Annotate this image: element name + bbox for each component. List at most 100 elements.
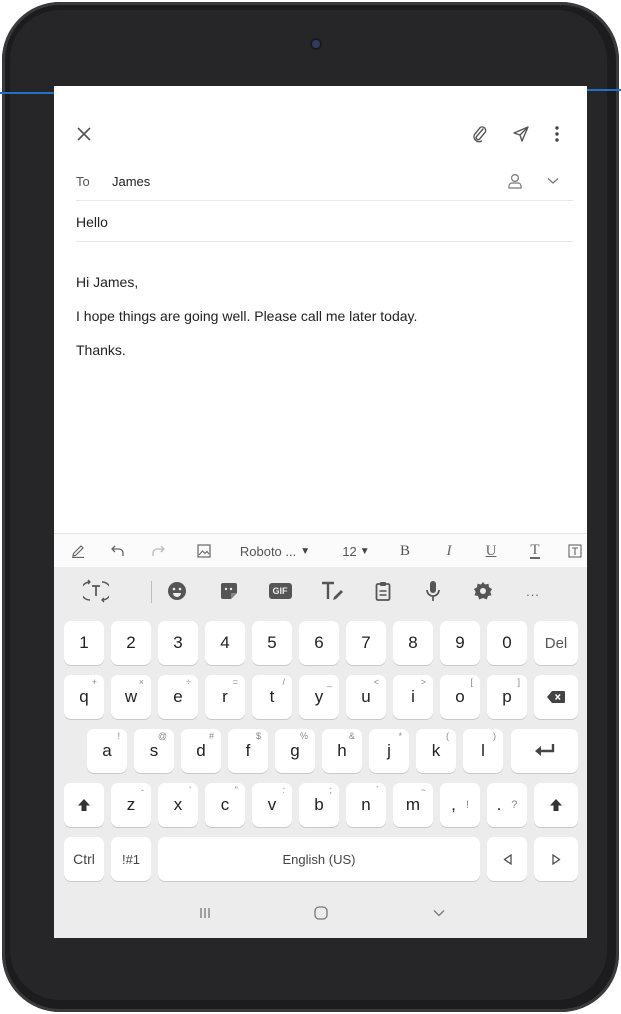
key-comma[interactable]: ,! (440, 783, 480, 827)
attach-icon[interactable] (468, 122, 492, 146)
text-color-button[interactable]: T (524, 534, 546, 568)
key-label: English (US) (282, 851, 356, 867)
key-x[interactable]: ' x (158, 783, 198, 827)
key-l[interactable]: ) l (463, 729, 503, 773)
to-recipient[interactable]: James (112, 174, 150, 189)
delete-key[interactable]: Del (534, 621, 578, 665)
key-label: 6 (314, 633, 324, 652)
handwriting-icon[interactable] (316, 575, 348, 607)
key-8[interactable]: 8 (393, 621, 433, 665)
underline-button[interactable]: U (480, 534, 502, 568)
key-0[interactable]: 0 (487, 621, 527, 665)
triangle-right-icon (551, 853, 561, 865)
symbols-key[interactable]: !#1 (111, 837, 151, 881)
subject-field[interactable]: Hello (76, 214, 108, 230)
key-h[interactable]: & h (322, 729, 362, 773)
emoji-icon[interactable] (162, 575, 192, 607)
key-label: ! (465, 799, 469, 811)
send-icon[interactable] (509, 122, 533, 146)
key-b[interactable]: ; b (299, 783, 339, 827)
key-i[interactable]: > i (393, 675, 433, 719)
key-label: y (314, 687, 324, 706)
key-w[interactable]: × w (111, 675, 151, 719)
back-chevron-icon[interactable] (424, 888, 454, 938)
key-e[interactable]: ÷ e (158, 675, 198, 719)
home-icon[interactable] (306, 888, 336, 938)
recent-apps-icon[interactable] (190, 888, 220, 938)
ctrl-key[interactable]: Ctrl (64, 837, 104, 881)
key-secondary-label: ! (117, 731, 120, 741)
key-label: k (431, 741, 441, 760)
italic-label: I (446, 542, 452, 559)
key-3[interactable]: 3 (158, 621, 198, 665)
key-label: a (102, 741, 112, 760)
key-4[interactable]: 4 (205, 621, 245, 665)
to-label: To (76, 174, 90, 189)
key-n[interactable]: ` n (346, 783, 386, 827)
close-icon[interactable] (72, 122, 96, 146)
chevron-down-icon[interactable] (542, 170, 564, 192)
key-6[interactable]: 6 (299, 621, 339, 665)
key-period[interactable]: .? (487, 783, 527, 827)
key-y[interactable]: _ y (299, 675, 339, 719)
italic-button[interactable]: I (438, 534, 460, 568)
key-secondary-label: * (398, 731, 402, 741)
key-5[interactable]: 5 (252, 621, 292, 665)
clipboard-icon[interactable] (368, 575, 398, 607)
shift-key-right[interactable] (534, 783, 578, 827)
key-secondary-label: = (232, 677, 238, 687)
key-v[interactable]: :v (252, 783, 292, 827)
space-bar[interactable]: English (US) (158, 837, 480, 881)
key-t[interactable]: / t (252, 675, 292, 719)
shift-key-left[interactable] (64, 783, 104, 827)
key-u[interactable]: < u (346, 675, 386, 719)
translate-icon[interactable] (76, 575, 116, 607)
key-z[interactable]: -z (111, 783, 151, 827)
key-9[interactable]: 9 (440, 621, 480, 665)
font-name: Roboto ... (239, 543, 297, 559)
key-s[interactable]: @ s (134, 729, 174, 773)
more-icon[interactable] (548, 122, 566, 146)
sticker-icon[interactable] (214, 575, 244, 607)
key-k[interactable]: (k (416, 729, 456, 773)
more-options-icon[interactable]: ... (518, 575, 548, 607)
gif-icon[interactable]: GIF (264, 575, 296, 607)
key-a[interactable]: ! a (87, 729, 127, 773)
key-2[interactable]: 2 (111, 621, 151, 665)
settings-icon[interactable] (468, 575, 498, 607)
key-m[interactable]: ~ m (393, 783, 433, 827)
key-f[interactable]: $ f (228, 729, 268, 773)
font-size-select[interactable]: 12 ▼ (336, 534, 376, 568)
key-j[interactable]: * j (369, 729, 409, 773)
key-g[interactable]: % g (275, 729, 315, 773)
contact-icon[interactable] (504, 170, 526, 192)
key-1[interactable]: 1 (64, 621, 104, 665)
backspace-key[interactable] (534, 675, 578, 719)
body-line: I hope things are going well. Please cal… (76, 308, 418, 324)
redo-icon[interactable] (146, 534, 170, 568)
backspace-icon (547, 691, 565, 703)
key-r[interactable]: = r (205, 675, 245, 719)
cursor-right-key[interactable] (534, 837, 578, 881)
image-icon[interactable] (192, 534, 216, 568)
cursor-left-key[interactable] (487, 837, 527, 881)
key-d[interactable]: # d (181, 729, 221, 773)
key-q[interactable]: + q (64, 675, 104, 719)
key-c[interactable]: " c (205, 783, 245, 827)
text-box-icon[interactable] (564, 534, 586, 568)
key-o[interactable]: [o (440, 675, 480, 719)
microphone-icon[interactable] (418, 575, 448, 607)
key-label: 0 (502, 633, 512, 652)
key-label: 8 (408, 633, 418, 652)
keyboard: GIF ... 1 2 3 4 5 6 7 8 9 0 Del + q × w ÷ e (54, 567, 587, 938)
pen-icon[interactable] (66, 534, 90, 568)
key-secondary-label: _ (326, 677, 332, 687)
bold-button[interactable]: B (394, 534, 416, 568)
key-p[interactable]: ] p (487, 675, 527, 719)
font-select[interactable]: Roboto ... ▼ (232, 534, 318, 568)
undo-icon[interactable] (106, 534, 130, 568)
key-label: i (411, 687, 415, 706)
enter-key[interactable] (511, 729, 578, 773)
key-label: 4 (220, 633, 230, 652)
key-7[interactable]: 7 (346, 621, 386, 665)
